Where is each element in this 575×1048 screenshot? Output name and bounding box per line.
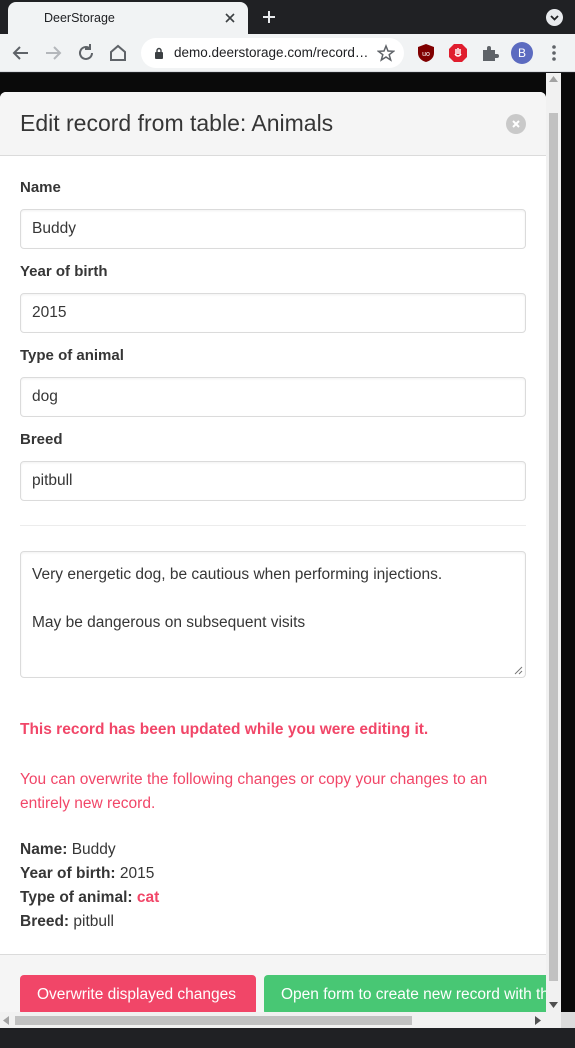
- change-label: Breed:: [20, 913, 70, 930]
- notes-line: Very energetic dog, be cautious when per…: [32, 566, 443, 583]
- conflict-warning-text: You can overwrite the following changes …: [20, 771, 488, 812]
- home-icon[interactable]: [107, 42, 129, 64]
- conflict-warning-title: This record has been updated while you w…: [20, 721, 429, 738]
- name-field[interactable]: [20, 209, 526, 249]
- changes-list: Name: Buddy Year of birth: 2015 Type of …: [20, 838, 159, 934]
- modal-close-button[interactable]: [506, 114, 526, 134]
- profile-avatar[interactable]: B: [511, 42, 533, 64]
- kebab-menu-icon[interactable]: [547, 43, 561, 63]
- overwrite-button[interactable]: Overwrite displayed changes: [20, 975, 256, 1015]
- change-label: Year of birth:: [20, 865, 116, 882]
- vertical-scrollbar-thumb[interactable]: [549, 113, 558, 981]
- scroll-down-icon[interactable]: [549, 1002, 558, 1008]
- tab-strip: DeerStorage: [0, 0, 575, 34]
- adblock-icon[interactable]: [448, 43, 468, 63]
- tab-search-button[interactable]: [546, 9, 563, 26]
- change-label: Name:: [20, 841, 68, 858]
- close-icon: [512, 120, 520, 128]
- scroll-right-icon[interactable]: [535, 1016, 541, 1025]
- browser-toolbar: demo.deerstorage.com/records/... uo B: [0, 34, 575, 72]
- lock-icon[interactable]: [153, 47, 165, 59]
- scroll-left-icon[interactable]: [3, 1016, 9, 1025]
- modal-title: Edit record from table: Animals: [20, 110, 334, 136]
- notes-line: May be dangerous on subsequent visits: [32, 614, 306, 631]
- browser-tab[interactable]: DeerStorage: [8, 2, 248, 34]
- plus-icon[interactable]: [257, 5, 281, 29]
- breed-field[interactable]: [20, 461, 526, 501]
- chevron-down-icon: [550, 15, 559, 21]
- type-of-animal-label: Type of animal: [20, 347, 124, 364]
- tab-title: DeerStorage: [44, 11, 115, 25]
- list-item: Breed: pitbull: [20, 910, 159, 934]
- form-divider: [20, 525, 526, 526]
- vertical-scrollbar[interactable]: [546, 73, 561, 1013]
- reload-icon[interactable]: [75, 42, 97, 64]
- change-value: 2015: [119, 865, 155, 882]
- changed-value: cat: [136, 889, 160, 906]
- modal-header: Edit record from table: Animals: [0, 92, 546, 156]
- list-item: Year of birth: 2015: [20, 862, 159, 886]
- resize-grip-icon[interactable]: [514, 666, 523, 675]
- name-label: Name: [20, 179, 61, 196]
- url-text[interactable]: demo.deerstorage.com/records/...: [174, 45, 370, 60]
- type-of-animal-field[interactable]: [20, 377, 526, 417]
- notes-textarea[interactable]: Very energetic dog, be cautious when per…: [20, 551, 526, 678]
- close-icon[interactable]: [222, 10, 238, 26]
- horizontal-scrollbar-thumb[interactable]: [15, 1016, 412, 1025]
- scroll-up-icon[interactable]: [549, 76, 558, 82]
- change-value: Buddy: [71, 841, 116, 858]
- back-icon[interactable]: [10, 42, 32, 64]
- window-bottom-edge: [0, 1028, 575, 1048]
- change-value: pitbull: [73, 913, 114, 930]
- edit-record-modal: Edit record from table: Animals Name Yea…: [0, 92, 546, 1028]
- scrollbar-corner: [561, 1012, 575, 1028]
- puzzle-icon[interactable]: [480, 43, 500, 63]
- list-item: Type of animal: cat: [20, 886, 159, 910]
- svg-text:uo: uo: [422, 51, 430, 58]
- page-viewport: Edit record from table: Animals Name Yea…: [0, 73, 575, 1028]
- year-of-birth-field[interactable]: [20, 293, 526, 333]
- create-new-record-button[interactable]: Open form to create new record with thes…: [264, 975, 546, 1015]
- forward-icon[interactable]: [42, 42, 64, 64]
- star-icon[interactable]: [377, 44, 395, 62]
- list-item: Name: Buddy: [20, 838, 159, 862]
- ublock-icon[interactable]: uo: [416, 43, 436, 63]
- horizontal-scrollbar[interactable]: [0, 1012, 561, 1028]
- breed-label: Breed: [20, 431, 63, 448]
- year-of-birth-label: Year of birth: [20, 263, 108, 280]
- address-bar[interactable]: demo.deerstorage.com/records/...: [141, 38, 404, 68]
- change-label: Type of animal:: [20, 889, 133, 906]
